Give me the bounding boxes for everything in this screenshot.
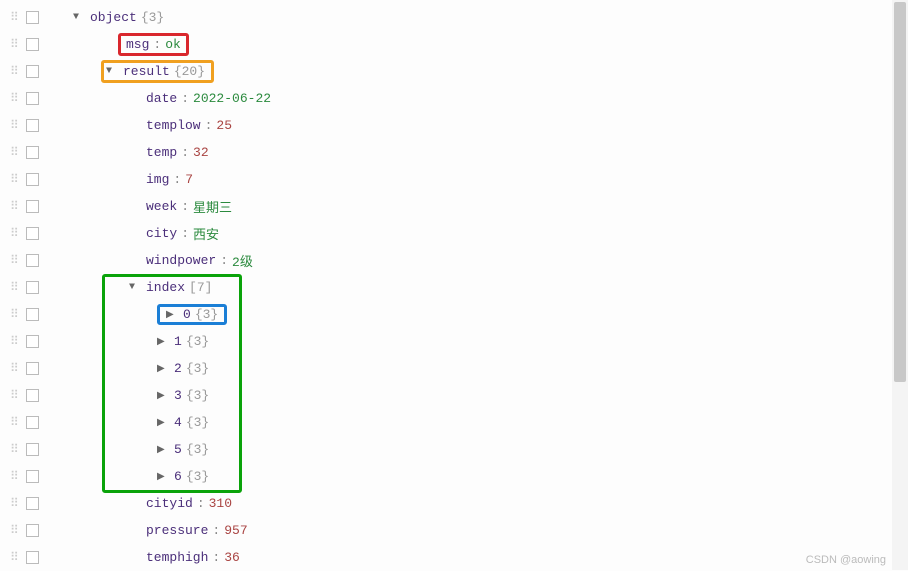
checkbox[interactable] [26,281,39,294]
expand-toggle-icon[interactable]: ▶ [157,390,169,402]
drag-handle-icon[interactable]: ⠿ [10,91,22,106]
key-label: result [123,64,170,79]
drag-handle-icon[interactable]: ⠿ [10,469,22,484]
scrollbar[interactable] [892,0,908,570]
checkbox[interactable] [26,362,39,375]
checkbox[interactable] [26,497,39,510]
checkbox[interactable] [26,11,39,24]
tree-row-msg[interactable]: ⠿ ▶ msg : ok [10,31,908,58]
drag-handle-icon[interactable]: ⠿ [10,280,22,295]
checkbox[interactable] [26,254,39,267]
drag-handle-icon[interactable]: ⠿ [10,307,22,322]
checkbox[interactable] [26,65,39,78]
checkbox[interactable] [26,227,39,240]
drag-handle-icon[interactable]: ⠿ [10,145,22,160]
value-label: ok [165,37,181,52]
drag-handle-icon[interactable]: ⠿ [10,361,22,376]
tree-row[interactable]: ⠿ ▶ pressure: 957 [10,517,908,544]
tree-row[interactable]: ⠿ ▶ 0 {3} [10,301,908,328]
checkbox[interactable] [26,38,39,51]
tree-row[interactable]: ⠿ ▶ 1 {3} [10,328,908,355]
json-tree: ⠿ ▼ object {3} ⠿ ▶ msg : ok ⠿ ▼ result {… [0,0,908,571]
checkbox[interactable] [26,119,39,132]
drag-handle-icon[interactable]: ⠿ [10,172,22,187]
tree-row-root[interactable]: ⠿ ▼ object {3} [10,4,908,31]
watermark: CSDN @aowing [806,554,886,566]
checkbox[interactable] [26,92,39,105]
drag-handle-icon[interactable]: ⠿ [10,199,22,214]
checkbox[interactable] [26,389,39,402]
checkbox[interactable] [26,470,39,483]
tree-row[interactable]: ⠿ ▶ templow: 25 [10,112,908,139]
drag-handle-icon[interactable]: ⠿ [10,496,22,511]
drag-handle-icon[interactable]: ⠿ [10,226,22,241]
expand-toggle-icon[interactable]: ▶ [166,309,178,321]
expand-toggle-icon[interactable]: ▶ [157,363,169,375]
tree-row[interactable]: ⠿ ▶ img: 7 [10,166,908,193]
drag-handle-icon[interactable]: ⠿ [10,253,22,268]
tree-row-index[interactable]: ⠿ ▼ index [7] [10,274,908,301]
collapse-toggle-icon[interactable]: ▼ [129,282,141,293]
expand-toggle-icon[interactable]: ▶ [157,444,169,456]
highlight-red: msg : ok [118,33,189,56]
expand-toggle-icon[interactable]: ▶ [157,471,169,483]
tree-row[interactable]: ⠿ ▶ date: 2022-06-22 [10,85,908,112]
drag-handle-icon[interactable]: ⠿ [10,64,22,79]
drag-handle-icon[interactable]: ⠿ [10,118,22,133]
drag-handle-icon[interactable]: ⠿ [10,10,22,25]
checkbox[interactable] [26,146,39,159]
checkbox[interactable] [26,416,39,429]
count-label: {3} [141,10,164,25]
tree-row[interactable]: ⠿ ▶ temp: 32 [10,139,908,166]
drag-handle-icon[interactable]: ⠿ [10,334,22,349]
checkbox[interactable] [26,200,39,213]
tree-row[interactable]: ⠿ ▶ 5 {3} [10,436,908,463]
drag-handle-icon[interactable]: ⠿ [10,388,22,403]
checkbox[interactable] [26,173,39,186]
tree-row[interactable]: ⠿ ▶ cityid: 310 [10,490,908,517]
tree-row[interactable]: ⠿ ▶ 4 {3} [10,409,908,436]
highlight-orange: ▼ result {20} [101,60,214,83]
checkbox[interactable] [26,551,39,564]
expand-toggle-icon[interactable]: ▶ [157,417,169,429]
drag-handle-icon[interactable]: ⠿ [10,415,22,430]
tree-row[interactable]: ⠿ ▶ windpower: 2级 [10,247,908,274]
collapse-toggle-icon[interactable]: ▼ [106,66,118,77]
drag-handle-icon[interactable]: ⠿ [10,442,22,457]
checkbox[interactable] [26,335,39,348]
tree-row[interactable]: ⠿ ▶ city: 西安 [10,220,908,247]
tree-row[interactable]: ⠿ ▶ temphigh: 36 [10,544,908,571]
highlight-blue: ▶ 0 {3} [157,304,227,325]
tree-row[interactable]: ⠿ ▶ week: 星期三 [10,193,908,220]
collapse-toggle-icon[interactable]: ▼ [73,12,85,23]
tree-row[interactable]: ⠿ ▶ 3 {3} [10,382,908,409]
checkbox[interactable] [26,443,39,456]
count-label: {20} [174,64,205,79]
drag-handle-icon[interactable]: ⠿ [10,550,22,565]
tree-row[interactable]: ⠿ ▶ 6 {3} [10,463,908,490]
scrollbar-thumb[interactable] [894,2,906,382]
key-label: msg [126,37,149,52]
expand-toggle-icon[interactable]: ▶ [157,336,169,348]
checkbox[interactable] [26,524,39,537]
tree-row[interactable]: ⠿ ▶ 2 {3} [10,355,908,382]
tree-row-result[interactable]: ⠿ ▼ result {20} [10,58,908,85]
checkbox[interactable] [26,308,39,321]
key-label: object [90,10,137,25]
drag-handle-icon[interactable]: ⠿ [10,37,22,52]
drag-handle-icon[interactable]: ⠿ [10,523,22,538]
